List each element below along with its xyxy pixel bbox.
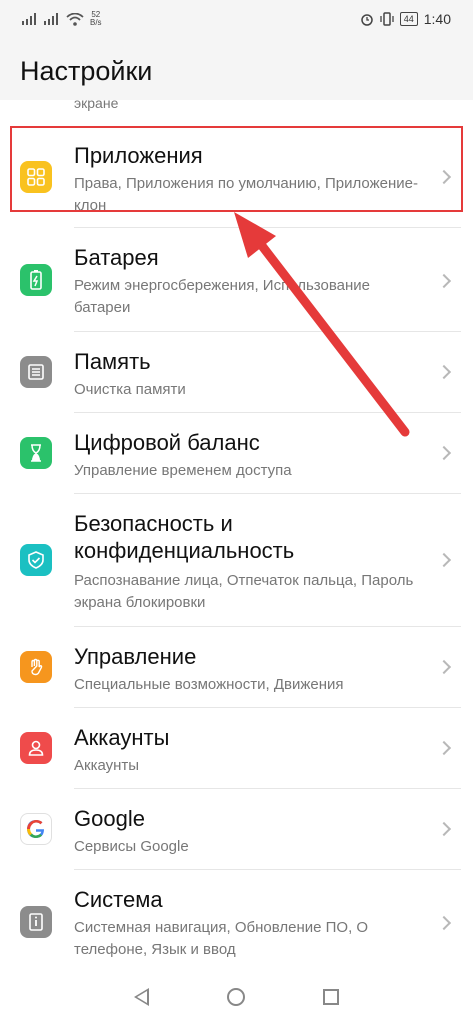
settings-item-security[interactable]: Безопасность и конфиденциальность Распоз… [0, 494, 473, 626]
settings-item-title: Аккаунты [74, 725, 170, 750]
shield-icon [20, 544, 52, 576]
status-left: 52 B/s [22, 11, 102, 27]
chevron-right-icon [436, 659, 452, 675]
page-header: Настройки [0, 38, 473, 100]
settings-item-subtitle: Режим энергосбережения, Использование ба… [74, 277, 370, 316]
settings-item-title: Google [74, 806, 145, 831]
recent-apps-icon[interactable] [323, 989, 339, 1005]
system-nav-bar [0, 970, 473, 1024]
system-info-icon [20, 906, 52, 938]
chevron-right-icon [436, 364, 452, 380]
settings-item-subtitle: Сервисы Google [74, 838, 189, 855]
google-icon [20, 813, 52, 845]
settings-item-subtitle: Очистка памяти [74, 381, 186, 398]
settings-item-google[interactable]: Google Сервисы Google [0, 789, 473, 869]
signal-icon [22, 13, 36, 25]
chevron-right-icon [436, 821, 452, 837]
battery-indicator: 44 [399, 12, 418, 26]
chevron-right-icon [436, 445, 452, 461]
settings-item-accounts[interactable]: Аккаунты Аккаунты [0, 708, 473, 788]
alarm-icon [360, 14, 373, 26]
page-title: Настройки [20, 56, 153, 86]
vibrate-icon [380, 12, 394, 26]
back-icon[interactable] [134, 988, 149, 1006]
settings-item-subtitle: Управление временем доступа [74, 462, 292, 479]
hand-icon [20, 651, 52, 683]
hourglass-icon [20, 437, 52, 469]
settings-item-storage[interactable]: Память Очистка памяти [0, 332, 473, 412]
chevron-right-icon [436, 740, 452, 756]
settings-item-title: Система [74, 887, 163, 912]
signal-icon-2 [44, 13, 58, 25]
settings-item-title: Память [74, 349, 151, 374]
settings-item-control[interactable]: Управление Специальные возможности, Движ… [0, 627, 473, 707]
highlight-box [10, 126, 463, 212]
storage-icon [20, 356, 52, 388]
clipped-previous-item-text: экране [74, 95, 119, 111]
status-bar: 52 B/s 44 1:40 [0, 0, 473, 38]
status-right: 44 1:40 [360, 11, 451, 27]
chevron-right-icon [436, 552, 452, 568]
chevron-right-icon [436, 915, 452, 931]
settings-item-subtitle: Распознавание лица, Отпечаток пальца, Па… [74, 572, 414, 611]
settings-item-system[interactable]: Система Системная навигация, Обновление … [0, 870, 473, 970]
settings-item-title: Цифровой баланс [74, 430, 260, 455]
settings-item-title: Батарея [74, 245, 159, 270]
home-icon[interactable] [227, 988, 245, 1006]
settings-item-subtitle: Системная навигация, Обновление ПО, О те… [74, 919, 369, 958]
settings-item-subtitle: Аккаунты [74, 757, 140, 774]
clock: 1:40 [423, 11, 451, 27]
network-speed-unit: B/s [90, 18, 102, 27]
wifi-icon [66, 12, 84, 26]
battery-icon [20, 264, 52, 296]
settings-item-title: Безопасность и конфиденциальность [74, 511, 295, 563]
settings-item-title: Управление [74, 644, 197, 669]
settings-item-digital-balance[interactable]: Цифровой баланс Управление временем дост… [0, 413, 473, 493]
settings-item-battery[interactable]: Батарея Режим энергосбережения, Использо… [0, 228, 473, 332]
chevron-right-icon [436, 273, 452, 289]
network-speed: 52 B/s [90, 11, 102, 27]
settings-item-subtitle: Специальные возможности, Движения [74, 676, 344, 693]
account-icon [20, 732, 52, 764]
